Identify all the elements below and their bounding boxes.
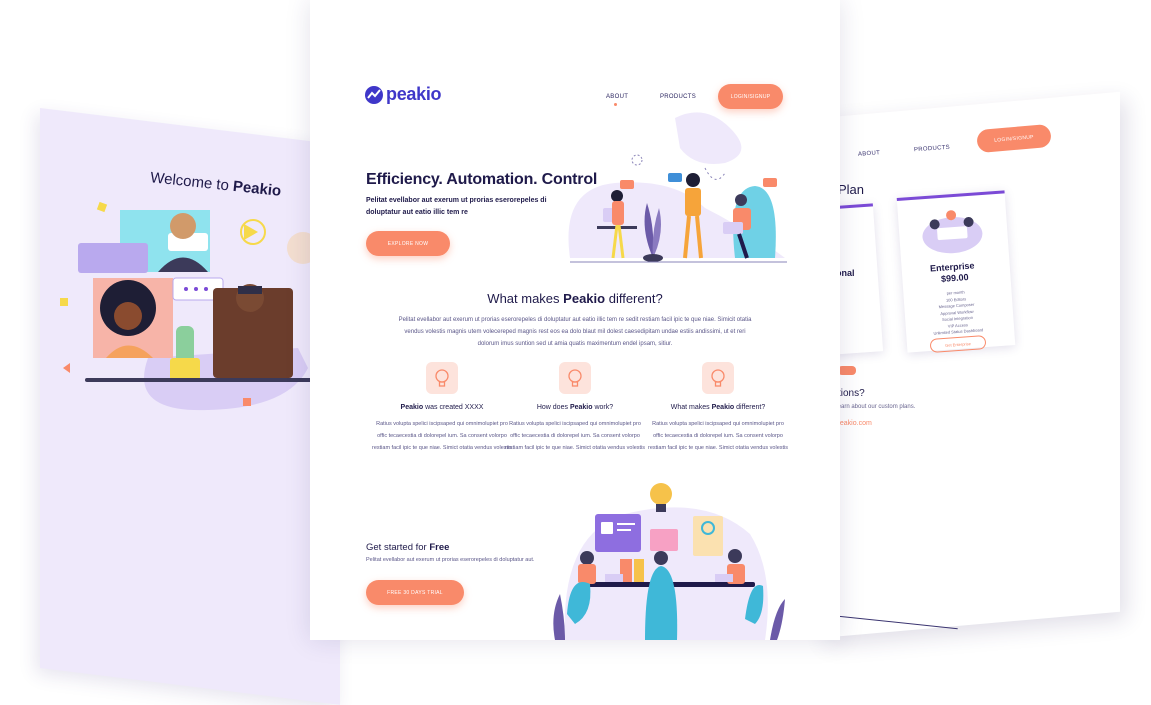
team-collaboration-illustration (553, 483, 785, 640)
feature-title-rest: different? (736, 404, 766, 411)
feature-title: How does Peakio work? (505, 404, 645, 411)
main-landing-page: peakio ABOUT PRODUCTS LOGIN/SIGNUP Effic… (310, 0, 840, 640)
partial-plan-button[interactable] (838, 366, 856, 375)
enterprise-plan-price: $99.00 (940, 272, 969, 284)
video-call-illustration (60, 201, 325, 411)
lightbulb-icon (559, 362, 591, 394)
feature-card: What makes Peakio different? Ratius volu… (648, 362, 788, 454)
lightbulb-icon (426, 362, 458, 394)
peakio-logo[interactable]: peakio (365, 84, 442, 105)
feature-title-brand: Peakio (400, 404, 424, 411)
section-heading-prefix: What makes (487, 291, 560, 306)
section-heading: What makes Peakio different? (310, 291, 840, 306)
nav-about[interactable]: ABOUT (606, 94, 628, 100)
nav-products[interactable]: PRODUCTS (660, 94, 696, 100)
get-started-subtitle: Pelitat evellabor aut exerum ut prorias … (366, 557, 535, 563)
feature-title: Peakio was created XXXX (372, 404, 512, 411)
feature-card: How does Peakio work? Ratius volupta spe… (505, 362, 645, 454)
get-started-bold: Free (429, 542, 450, 553)
questions-heading: tions? (838, 388, 865, 399)
feature-title-pre: How does (536, 404, 568, 411)
login-signup-button[interactable]: LOGIN/SIGNUP (718, 84, 783, 109)
section-heading-brand: Peakio (563, 291, 606, 306)
feature-card: Peakio was created XXXX Ratius volupta s… (372, 362, 512, 454)
feature-title-brand: Peakio (569, 404, 593, 411)
enterprise-feature-list: per month 100 Editors Message Composer A… (920, 288, 993, 338)
lightbulb-icon (702, 362, 734, 394)
free-trial-button[interactable]: FREE 30 DAYS TRIAL (366, 580, 464, 605)
team-meeting-icon (922, 210, 983, 254)
feature-title-pre: What makes (670, 404, 710, 411)
feature-title: What makes Peakio different? (648, 404, 788, 411)
get-started-prefix: Get started for (366, 542, 427, 553)
feature-description: Ratius volupta spelici iscipsaped qui om… (648, 421, 789, 451)
right-page-preview (820, 91, 1120, 638)
contact-email-link[interactable]: peakio.com (836, 420, 872, 427)
logo-text: peakio (386, 84, 442, 104)
section-heading-suffix: different? (608, 291, 663, 306)
feature-description: Ratius volupta spelici iscipsaped qui om… (372, 421, 513, 451)
office-workers-illustration (568, 112, 787, 263)
section-paragraph: Pelitat evellabor aut exerum ut prorias … (398, 317, 752, 347)
explore-now-button[interactable]: EXPLORE NOW (366, 231, 450, 256)
feature-title-rest: was created XXXX (425, 404, 484, 411)
feature-title-brand: Peakio (711, 404, 735, 411)
get-started-heading: Get started for Free (366, 542, 449, 553)
peak-chart-icon (365, 85, 383, 104)
active-nav-indicator (614, 103, 617, 106)
feature-title-rest: work? (594, 404, 614, 411)
pricing-plan-heading: Plan (838, 182, 865, 197)
feature-description: Ratius volupta spelici iscipsaped qui om… (505, 421, 646, 451)
hero-subtitle: Pelitat evellabor aut exerum ut prorias … (366, 197, 547, 216)
